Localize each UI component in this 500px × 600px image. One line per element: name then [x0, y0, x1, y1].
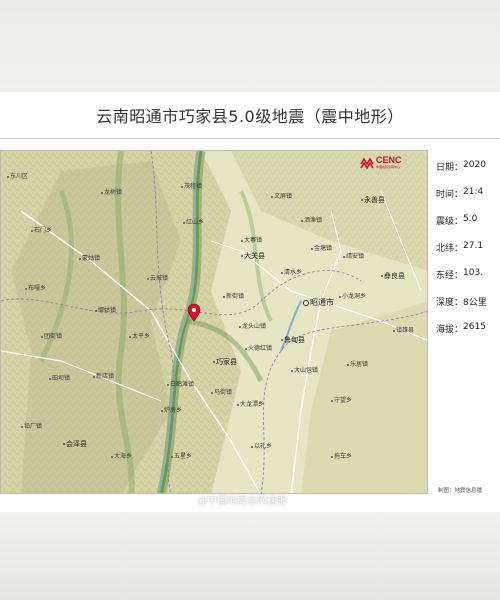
quake-info-panel: 日期： 2020 时间： 21:4 震级： 5.0 北纬： 27.1 东经： 103. 深… [436, 160, 500, 349]
info-key: 深度 [436, 298, 455, 308]
place-label: 会泽县 [63, 439, 87, 449]
place-label: 火德红镇 [245, 343, 272, 352]
cenc-logo-abbr: CENC [376, 155, 402, 165]
info-row-latitude: 北纬： 27.1 [436, 241, 500, 268]
info-value: 2020 [463, 160, 486, 170]
place-label: 金塘镇 [311, 243, 332, 252]
place-label: 白鹤滩镇 [167, 379, 194, 388]
place-label: 石门乡 [31, 225, 52, 234]
info-row-longitude: 东经： 103. [436, 268, 500, 295]
info-key: 东经 [436, 271, 455, 281]
place-label: 以礼乡 [251, 441, 272, 450]
place-label: 马街镇 [211, 387, 232, 396]
place-label: 龙树镇 [101, 187, 122, 196]
place-label: 娜姑镇 [95, 305, 116, 314]
info-key: 震级 [436, 217, 455, 227]
info-row-depth: 深度： 8公里 [436, 295, 500, 322]
place-label: 永善县 [361, 195, 385, 205]
info-sep: ： [454, 217, 464, 227]
place-label: 大山包镇 [291, 365, 318, 374]
info-sep: ： [454, 271, 464, 281]
info-key: 海拔 [436, 325, 455, 335]
info-key: 日期 [436, 163, 455, 173]
weibo-watermark: @中国地震台网速报 [182, 492, 287, 507]
place-label: 五星乡 [171, 451, 192, 460]
place-label: 大龙潭乡 [237, 399, 264, 408]
place-label: 小龙洞乡 [339, 291, 366, 300]
place-label: 炉房乡 [161, 405, 182, 414]
info-sep: ： [454, 190, 464, 200]
place-label: 乐居镇 [347, 359, 368, 368]
place-label: 清水乡 [281, 267, 302, 276]
place-label: 蒙姑镇 [79, 253, 100, 262]
place-label: 龙头山镇 [239, 321, 266, 330]
cenc-logo-icon [360, 156, 374, 170]
info-value: 21:4 [463, 187, 484, 197]
place-label: 新店镇 [93, 371, 114, 380]
background-blur-top [0, 0, 500, 92]
place-label: 红山乡 [183, 217, 204, 226]
place-label: 拖车乡 [331, 451, 352, 460]
place-label: 大关县 [241, 251, 265, 261]
place-label: 彝良县 [381, 271, 405, 281]
info-value: 8公里 [463, 298, 487, 308]
place-label: 东川区 [7, 171, 28, 180]
cenc-logo: CENC 中国地震台网中心 [360, 155, 426, 171]
place-label: 鲁甸县 [281, 335, 305, 345]
info-key: 时间 [436, 190, 455, 200]
place-label: 镇雄县 [393, 325, 414, 334]
place-label: 田坝镇 [49, 373, 70, 382]
place-label: 昭通市 [303, 297, 334, 308]
place-label: 靖安镇 [343, 251, 364, 260]
info-sep: ： [454, 325, 464, 335]
place-label: 铅厂镇 [21, 421, 42, 430]
weibo-icon [182, 494, 193, 505]
place-label: 文屏镇 [271, 191, 292, 200]
place-label: 云城镇 [147, 273, 168, 282]
place-label: 大海乡 [111, 451, 132, 460]
info-key: 北纬 [436, 244, 455, 254]
info-value: 103. [463, 268, 484, 278]
terrain-map: 昭通市 巧家县 会泽县 东川区 鲁甸县 永善县 大关县 彝良县 镇雄县 云城镇 … [0, 150, 428, 494]
info-value: 2615 [463, 322, 486, 332]
place-label: 洒渔镇 [301, 215, 322, 224]
cenc-logo-subtitle: 中国地震台网中心 [376, 165, 401, 169]
place-label: 太平乡 [129, 331, 150, 340]
info-value: 5.0 [463, 214, 478, 224]
place-label: 布嘎乡 [25, 283, 46, 292]
place-label: 守望乡 [331, 395, 352, 404]
place-label: 新街镇 [223, 291, 244, 300]
place-label: 茂租镇 [181, 181, 202, 190]
map-image-card: 云南昭通市巧家县5.0级地震（震中地形） 昭通市 巧家县 会泽县 东川区 鲁甸县… [0, 92, 500, 512]
title-divider [0, 138, 500, 139]
place-label: 大寨镇 [241, 235, 262, 244]
info-row-elevation: 海拔： 2615 [436, 322, 500, 349]
watermark-text: @中国地震台网速报 [197, 496, 287, 507]
place-label: 巧家县 [213, 357, 237, 367]
info-row-magnitude: 震级： 5.0 [436, 214, 500, 241]
map-credit: 制图：地震信息播 [438, 488, 483, 494]
info-row-time: 时间： 21:4 [436, 187, 500, 214]
info-value: 27.1 [463, 241, 484, 251]
background-blur-bottom [0, 512, 500, 600]
info-row-date: 日期： 2020 [436, 160, 500, 187]
info-sep: ： [454, 163, 464, 173]
map-title: 云南昭通市巧家县5.0级地震（震中地形） [96, 107, 404, 126]
place-label: 团街镇 [41, 331, 62, 340]
info-sep: ： [454, 298, 464, 308]
info-sep: ： [454, 244, 464, 254]
